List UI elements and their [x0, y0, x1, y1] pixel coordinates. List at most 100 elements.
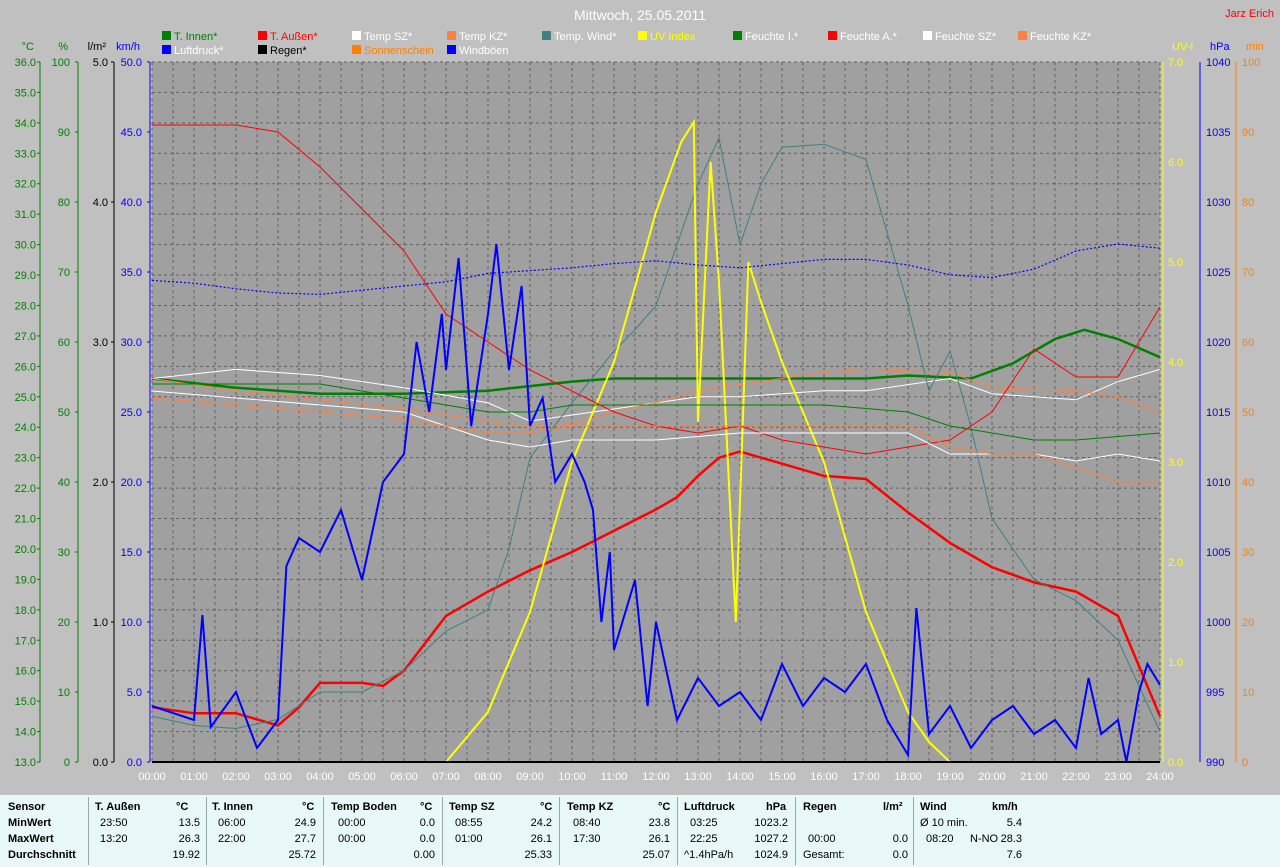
wind-tick-label: 15.0	[121, 547, 142, 559]
humidity-tick-label: 100	[52, 57, 70, 69]
temp-tick-label: 35.0	[15, 87, 36, 99]
pressure-tick-label: 1040	[1206, 57, 1230, 69]
humidity-tick-label: 70	[58, 267, 70, 279]
stats-avg-label: Durchschnitt	[8, 849, 76, 861]
legend-swatch	[447, 31, 456, 40]
pressure-tick-label: 1035	[1206, 127, 1230, 139]
temp-tick-label: 36.0	[15, 57, 36, 69]
time-tick-label: 16:00	[810, 771, 838, 783]
temp-tick-label: 22.0	[15, 483, 36, 495]
pressure-tick-label: 1015	[1206, 407, 1230, 419]
wind-tick-label: 5.0	[127, 687, 142, 699]
stats-tsz-max-time: 01:00	[455, 833, 483, 845]
stats-wind-min: 5.4	[1006, 817, 1022, 829]
pressure-tick-label: 990	[1206, 757, 1224, 769]
humidity-tick-label: 80	[58, 197, 70, 209]
time-tick-label: 17:00	[852, 771, 880, 783]
pressure-tick-label: 1020	[1206, 337, 1230, 349]
sun-tick-label: 100	[1242, 57, 1260, 69]
temp-tick-label: 16.0	[15, 666, 36, 678]
uv-tick-label: 5.0	[1168, 257, 1183, 269]
temp-tick-label: 34.0	[15, 118, 36, 130]
stats-tkz-max-time: 17:30	[573, 833, 601, 845]
stats-regen-total-label: Gesamt:	[803, 849, 845, 861]
legend-swatch	[542, 31, 551, 40]
sun-axis-unit: min	[1246, 41, 1264, 53]
stats-tsz-min-time: 08:55	[455, 817, 483, 829]
stats-regen-max: 0.0	[892, 833, 908, 845]
sun-tick-label: 50	[1242, 407, 1254, 419]
rain-axis-unit: l/m²	[88, 41, 107, 53]
legend-label: UV Index	[650, 31, 696, 43]
legend-swatch	[1018, 31, 1027, 40]
legend-swatch	[162, 45, 171, 54]
uv-tick-label: 6.0	[1168, 157, 1183, 169]
humidity-tick-label: 20	[58, 617, 70, 629]
stats-panel: Sensor MinWert MaxWert Durchschnitt T. A…	[0, 795, 1280, 867]
humidity-tick-label: 0	[64, 757, 70, 769]
legend-label: Temp. Wind*	[554, 31, 617, 43]
stats-taussen-min-time: 23:50	[100, 817, 128, 829]
humidity-tick-label: 10	[58, 687, 70, 699]
stats-druck-max: 1027.2	[754, 833, 788, 845]
wind-tick-label: 30.0	[121, 337, 142, 349]
stats-tinnen-min: 24.9	[294, 817, 316, 829]
stats-tkz-label: Temp KZ	[567, 801, 614, 813]
stats-druck-max-time: 22:25	[690, 833, 718, 845]
stats-taussen-avg: 19.92	[172, 849, 200, 861]
stats-min-label: MinWert	[8, 817, 52, 829]
uv-axis-unit: UV-I	[1172, 41, 1193, 53]
pressure-tick-label: 1005	[1206, 547, 1230, 559]
legend-label: Sonnenschein	[364, 45, 434, 57]
time-tick-label: 21:00	[1020, 771, 1048, 783]
stats-regen-unit: l/m²	[883, 801, 903, 813]
time-tick-label: 04:00	[306, 771, 334, 783]
uv-tick-label: 4.0	[1168, 357, 1183, 369]
rain-tick-label: 3.0	[93, 337, 108, 349]
time-tick-label: 24:00	[1146, 771, 1174, 783]
stats-taussen-label: T. Außen	[95, 801, 141, 813]
pressure-tick-label: 1000	[1206, 617, 1230, 629]
temp-tick-label: 25.0	[15, 392, 36, 404]
humidity-tick-label: 40	[58, 477, 70, 489]
legend-swatch	[162, 31, 171, 40]
stats-wind-max-time: 08:20	[926, 833, 954, 845]
temp-tick-label: 13.0	[15, 757, 36, 769]
stats-tinnen-unit: °C	[302, 801, 315, 813]
time-tick-label: 11:00	[601, 771, 628, 783]
temp-axis-unit: °C	[22, 41, 34, 53]
wind-tick-label: 50.0	[121, 57, 142, 69]
uv-tick-label: 2.0	[1168, 557, 1183, 569]
legend-label: Windböen	[459, 45, 509, 57]
stats-tkz-min: 23.8	[648, 817, 670, 829]
sun-tick-label: 10	[1242, 687, 1254, 699]
legend-swatch	[447, 45, 456, 54]
uv-tick-label: 3.0	[1168, 457, 1183, 469]
temp-tick-label: 24.0	[15, 422, 36, 434]
wind-tick-label: 35.0	[121, 267, 142, 279]
legend-label: T. Innen*	[174, 31, 218, 43]
legend-label: T. Außen*	[270, 31, 318, 43]
wind-tick-label: 45.0	[121, 127, 142, 139]
legend-swatch	[923, 31, 932, 40]
temp-tick-label: 20.0	[15, 544, 36, 556]
stats-tboden-avg: 0.00	[413, 849, 435, 861]
stats-max-label: MaxWert	[8, 833, 54, 845]
stats-tboden-max: 0.0	[419, 833, 435, 845]
temp-tick-label: 29.0	[15, 270, 36, 282]
humidity-tick-label: 60	[58, 337, 70, 349]
stats-sensor-header: Sensor	[8, 801, 46, 813]
temp-tick-label: 33.0	[15, 148, 36, 160]
wind-tick-label: 20.0	[121, 477, 142, 489]
stats-tinnen-avg: 25.72	[288, 849, 316, 861]
sun-tick-label: 80	[1242, 197, 1254, 209]
humidity-tick-label: 90	[58, 127, 70, 139]
time-tick-label: 03:00	[264, 771, 292, 783]
stats-wind-max: 28.3	[1000, 833, 1022, 845]
stats-tkz-avg: 25.07	[642, 849, 670, 861]
temp-tick-label: 26.0	[15, 361, 36, 373]
stats-taussen-unit: °C	[176, 801, 189, 813]
temp-tick-label: 18.0	[15, 605, 36, 617]
stats-wind-avg: 7.6	[1006, 849, 1022, 861]
time-tick-label: 02:00	[222, 771, 250, 783]
